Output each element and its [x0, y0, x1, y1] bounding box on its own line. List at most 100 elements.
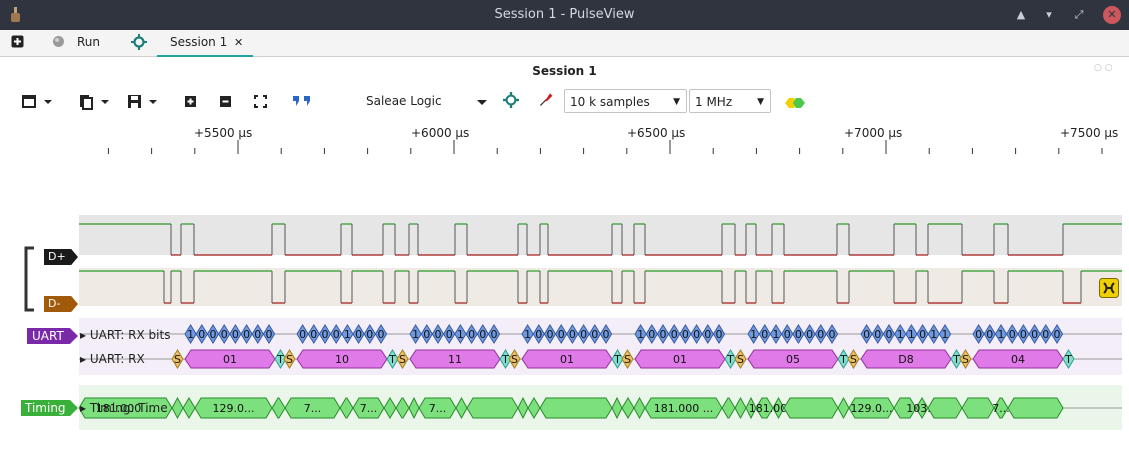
add-view-icon[interactable]	[22, 94, 56, 110]
uart-bit-text: 1	[908, 328, 915, 341]
timing-segment[interactable]	[539, 397, 613, 419]
save-icon[interactable]	[127, 94, 161, 110]
uart-data-byte-text: 01	[673, 353, 687, 366]
uart-bit-text: 0	[479, 328, 486, 341]
device-dropdown-icon[interactable]	[476, 94, 488, 110]
trace-viewport[interactable]: 1000000000001000100010001000000010000000…	[0, 160, 1129, 473]
open-icon[interactable]	[79, 94, 113, 110]
uart-bit-text: 0	[603, 328, 610, 341]
uart-bit-text: 1	[773, 328, 780, 341]
uart-data-byte[interactable]: 01	[184, 349, 276, 369]
session-icon	[131, 34, 147, 50]
restore-icon[interactable]: ▾	[1040, 6, 1058, 24]
uart-bit-text: 0	[975, 328, 982, 341]
rx-row-label[interactable]: ▸ UART: RX	[80, 352, 145, 366]
rx-bits-label-text: UART: RX bits	[89, 328, 171, 342]
uart-bit-text: 0	[580, 328, 587, 341]
device-selector[interactable]: Saleae Logic	[366, 94, 442, 108]
ruler-label: +7000 µs	[844, 126, 903, 140]
uart-data-byte[interactable]: 01	[521, 349, 613, 369]
uart-bit-text: 0	[1042, 328, 1049, 341]
cursor-icon[interactable]	[291, 94, 313, 110]
ruler-label: +7500 µs	[1060, 126, 1119, 140]
uart-data-byte[interactable]: D8	[860, 349, 952, 369]
uart-bit-text: 0	[874, 328, 881, 341]
uart-stop-bit-text: T	[276, 353, 284, 366]
timing-segment[interactable]	[927, 397, 963, 419]
timing-segment[interactable]: 181.000 ...	[644, 397, 723, 419]
timing-segment-text: 129.0...	[213, 402, 255, 415]
timing-decoder-label[interactable]: Timing	[21, 400, 78, 416]
uart-data-byte-text: 10	[335, 353, 349, 366]
uart-data-byte-text: 01	[560, 353, 574, 366]
uart-bit-text: 0	[919, 328, 926, 341]
configure-device-icon[interactable]	[501, 92, 521, 108]
timing-segment[interactable]: 129.0...	[194, 397, 273, 419]
samples-value: 10 k samples	[570, 95, 650, 109]
uart-data-byte[interactable]: 05	[747, 349, 839, 369]
timing-segment[interactable]: 129.0...	[848, 397, 895, 419]
uart-bit-text: 0	[254, 328, 261, 341]
uart-data-byte[interactable]: 11	[409, 349, 501, 369]
uart-start-bit-text: S	[962, 353, 969, 366]
zoom-fit-icon[interactable]	[254, 94, 268, 110]
uart-stop-bit-text: T	[839, 353, 847, 366]
uart-bit-text: 0	[829, 328, 836, 341]
cursor-marker-icon[interactable]	[1099, 278, 1119, 298]
uart-bit-text: 0	[986, 328, 993, 341]
uart-bit-text: 0	[1009, 328, 1016, 341]
time-ruler[interactable]	[0, 140, 1129, 160]
uart-bit-text: 0	[355, 328, 362, 341]
uart-bit-text: 0	[648, 328, 655, 341]
d-plus-label[interactable]: D+	[44, 249, 78, 265]
timing-segment[interactable]: 7...	[284, 397, 341, 419]
uart-data-byte[interactable]: 10	[296, 349, 388, 369]
d-minus-text: D-	[48, 297, 61, 310]
uart-data-byte[interactable]: 04	[972, 349, 1064, 369]
uart-bit-text: 0	[863, 328, 870, 341]
uart-bit-text: 0	[682, 328, 689, 341]
uart-bit-text: 0	[704, 328, 711, 341]
uart-decoder-label[interactable]: UART	[27, 328, 78, 344]
uart-bit-text: 0	[423, 328, 430, 341]
uart-bit-text: 0	[795, 328, 802, 341]
decoder-icon[interactable]	[784, 95, 806, 111]
channel-group-bracket	[24, 246, 34, 312]
uart-data-byte[interactable]: 01	[634, 349, 726, 369]
uart-data-byte-text: 04	[1011, 353, 1025, 366]
rx-bits-row-label[interactable]: ▸ UART: RX bits	[80, 328, 170, 342]
zoom-in-icon[interactable]	[184, 94, 198, 110]
timing-segment[interactable]	[961, 397, 995, 419]
timing-segment[interactable]	[783, 397, 839, 419]
new-session-icon[interactable]	[11, 35, 24, 48]
uart-bit-text: 0	[784, 328, 791, 341]
maximize-icon[interactable]: ⤢	[1070, 6, 1088, 24]
timing-segment[interactable]: 7...	[352, 397, 385, 419]
uart-bit-text: 0	[322, 328, 329, 341]
timing-row-label[interactable]: ▸ Timing: Time	[80, 401, 168, 415]
samples-combo[interactable]: 10 k samples ▼	[564, 89, 687, 113]
uart-start-bit-text: S	[399, 353, 406, 366]
probe-icon[interactable]	[536, 91, 556, 107]
timing-segment[interactable]	[466, 397, 519, 419]
ruler-label: +6000 µs	[411, 126, 470, 140]
uart-bit-text: 0	[210, 328, 217, 341]
uart-bit-text: 1	[637, 328, 644, 341]
uart-label-text: UART	[32, 329, 64, 343]
minimize-icon[interactable]: ▲	[1012, 6, 1030, 24]
uart-bit-text: 0	[535, 328, 542, 341]
samplerate-value: 1 MHz	[695, 95, 733, 109]
uart-bit-text: 0	[198, 328, 205, 341]
timing-segment[interactable]: 7...	[418, 397, 457, 419]
dock-float-icon[interactable]: ○ ○	[1094, 63, 1113, 73]
uart-bit-text: 0	[378, 328, 385, 341]
run-button[interactable]: Run	[77, 35, 100, 49]
uart-bit-text: 1	[897, 328, 904, 341]
samplerate-combo[interactable]: 1 MHz ▼	[689, 89, 771, 113]
timing-segment[interactable]	[1007, 397, 1064, 419]
zoom-out-icon[interactable]	[219, 94, 233, 110]
uart-bit-text: 0	[716, 328, 723, 341]
close-window-icon[interactable]: ✕	[1103, 6, 1121, 24]
uart-stop-bit-text: T	[1064, 353, 1072, 366]
d-minus-label[interactable]: D-	[44, 296, 78, 312]
